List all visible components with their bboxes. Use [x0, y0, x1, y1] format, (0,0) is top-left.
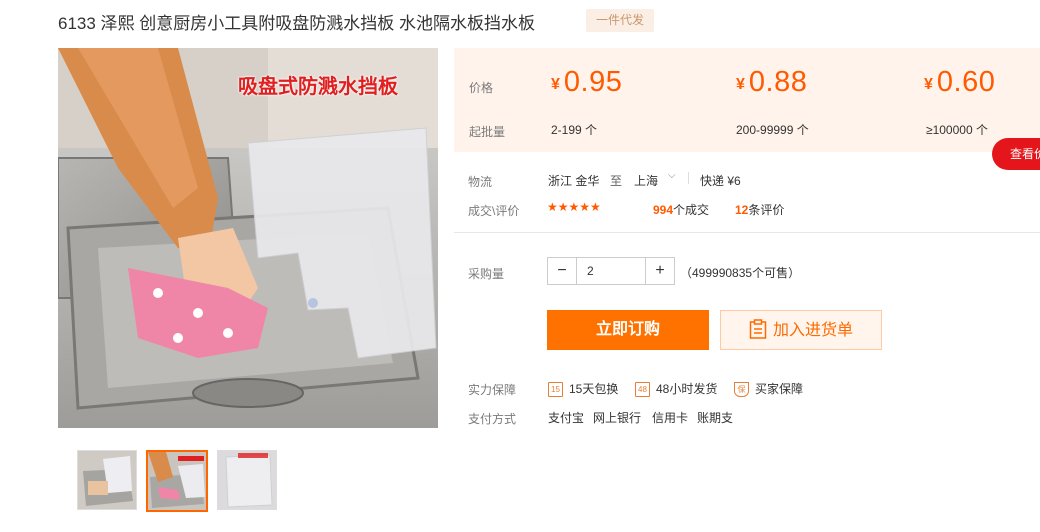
- guarantee-15day[interactable]: 15 15天包换: [548, 380, 619, 398]
- price-label: 价格: [469, 81, 494, 95]
- price-tier-3: ¥0.60: [924, 66, 995, 99]
- review-suffix: 条评价: [748, 203, 785, 217]
- tier-price: 0.60: [936, 66, 996, 98]
- tier-qty-2: 200-99999 个: [736, 123, 809, 137]
- currency-symbol: ¥: [736, 76, 745, 93]
- deal-count-link[interactable]: 994个成交: [653, 201, 709, 218]
- price-tier-1: ¥0.95: [551, 66, 622, 99]
- ship-to-word: 至: [610, 174, 623, 188]
- shield-icon: 保: [734, 382, 749, 398]
- exchange-15-icon: 15: [548, 382, 563, 398]
- purchase-qty-label: 采购量: [468, 267, 505, 281]
- price-table: 价格 起批量 ¥0.95 ¥0.88 ¥0.60 2-199 个 200-999…: [454, 48, 1040, 152]
- thumbnail-2[interactable]: [146, 450, 208, 512]
- section-divider: [454, 232, 1040, 233]
- thumbnail-photo: [148, 452, 206, 510]
- deal-count: 994: [653, 203, 674, 217]
- thumbnail-3[interactable]: [217, 450, 277, 510]
- ship-to-select[interactable]: 上海: [634, 172, 658, 189]
- image-caption: 吸盘式防溅水挡板: [238, 74, 398, 98]
- rating-stars: ★★★★★: [547, 200, 601, 214]
- price-tier-2: ¥0.88: [736, 66, 807, 99]
- review-count: 12: [735, 203, 749, 217]
- buy-now-button[interactable]: 立即订购: [547, 310, 709, 350]
- guarantee-48h[interactable]: 48 48小时发货: [635, 380, 718, 398]
- deals-label: 成交\评价: [468, 204, 520, 218]
- guarantee-text: 买家保障: [755, 382, 804, 396]
- payment-term: 账期支: [697, 411, 734, 425]
- add-to-purchase-list-button[interactable]: 加入进货单: [720, 310, 882, 350]
- chevron-down-icon[interactable]: ⌵: [668, 170, 676, 181]
- ship-48h-icon: 48: [635, 382, 650, 398]
- thumbnail-photo: [78, 451, 136, 509]
- product-photo: [58, 48, 438, 428]
- tier-price: 0.88: [748, 66, 808, 98]
- min-order-label: 起批量: [469, 125, 506, 139]
- view-more-prices-button[interactable]: 查看价格: [992, 138, 1040, 170]
- payment-alipay: 支付宝: [548, 411, 585, 425]
- thumbnail-1[interactable]: [77, 450, 137, 510]
- divider: [688, 172, 689, 184]
- guarantee-label: 实力保障: [468, 383, 517, 397]
- guarantee-text: 48小时发货: [656, 382, 718, 396]
- quantity-input[interactable]: 2: [576, 258, 646, 284]
- tier-price: 0.95: [563, 66, 623, 98]
- main-product-image: 吸盘式防溅水挡板: [58, 48, 438, 428]
- tier-qty-1: 2-199 个: [551, 123, 598, 137]
- payment-netbank: 网上银行: [593, 411, 642, 425]
- payment-credit: 信用卡: [652, 411, 689, 425]
- dropship-badge: 一件代发: [586, 9, 654, 32]
- deal-suffix: 个成交: [673, 203, 710, 217]
- add-to-list-label: 加入进货单: [772, 322, 853, 339]
- currency-symbol: ¥: [551, 76, 560, 93]
- express-fee: 快递 ¥6: [700, 174, 741, 188]
- logistics-label: 物流: [468, 175, 493, 189]
- product-title: 6133 泽熙 创意厨房小工具附吸盘防溅水挡板 水池隔水板挡水板: [58, 14, 535, 33]
- list-icon: [749, 319, 767, 339]
- payment-label: 支付方式: [468, 412, 517, 426]
- review-count-link[interactable]: 12条评价: [735, 201, 784, 218]
- quantity-stepper[interactable]: − 2 +: [547, 257, 675, 285]
- decrement-button[interactable]: −: [548, 258, 576, 284]
- ship-from: 浙江 金华: [548, 174, 600, 188]
- available-stock: （499990835个可售）: [680, 266, 801, 280]
- guarantee-buyer[interactable]: 保买家保障: [734, 380, 804, 398]
- currency-symbol: ¥: [924, 76, 933, 93]
- guarantee-text: 15天包换: [569, 382, 619, 396]
- thumbnail-photo: [218, 451, 276, 509]
- increment-button[interactable]: +: [646, 258, 674, 284]
- tier-qty-3: ≥100000 个: [926, 123, 988, 137]
